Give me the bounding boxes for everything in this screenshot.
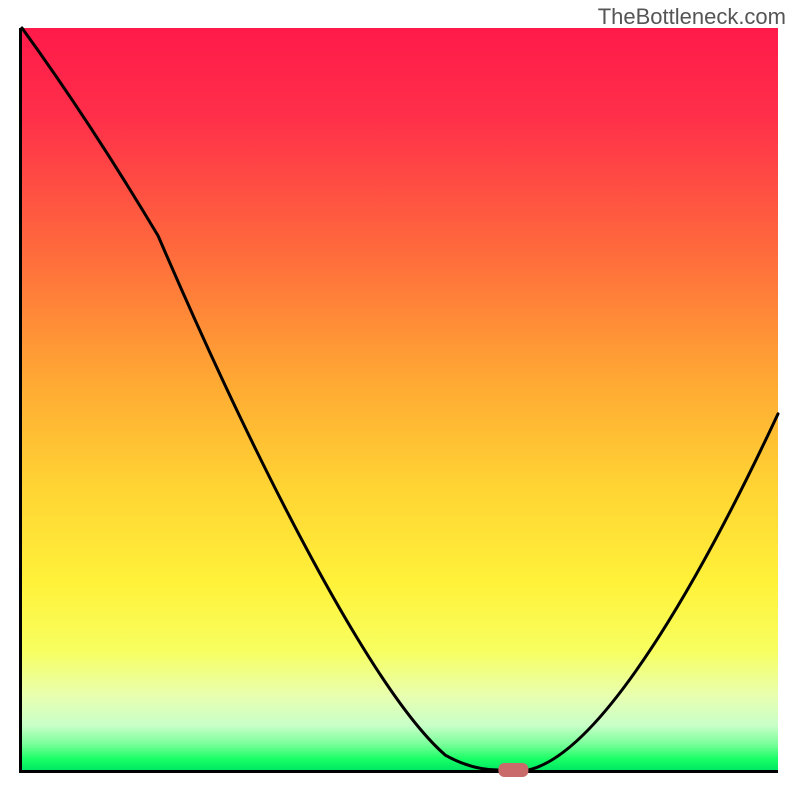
chart-svg bbox=[0, 0, 800, 800]
optimal-marker bbox=[498, 763, 528, 777]
y-axis-line bbox=[19, 28, 22, 773]
chart-gradient-background bbox=[22, 28, 778, 770]
x-axis-line bbox=[22, 770, 778, 773]
watermark-text: TheBottleneck.com bbox=[598, 4, 786, 30]
